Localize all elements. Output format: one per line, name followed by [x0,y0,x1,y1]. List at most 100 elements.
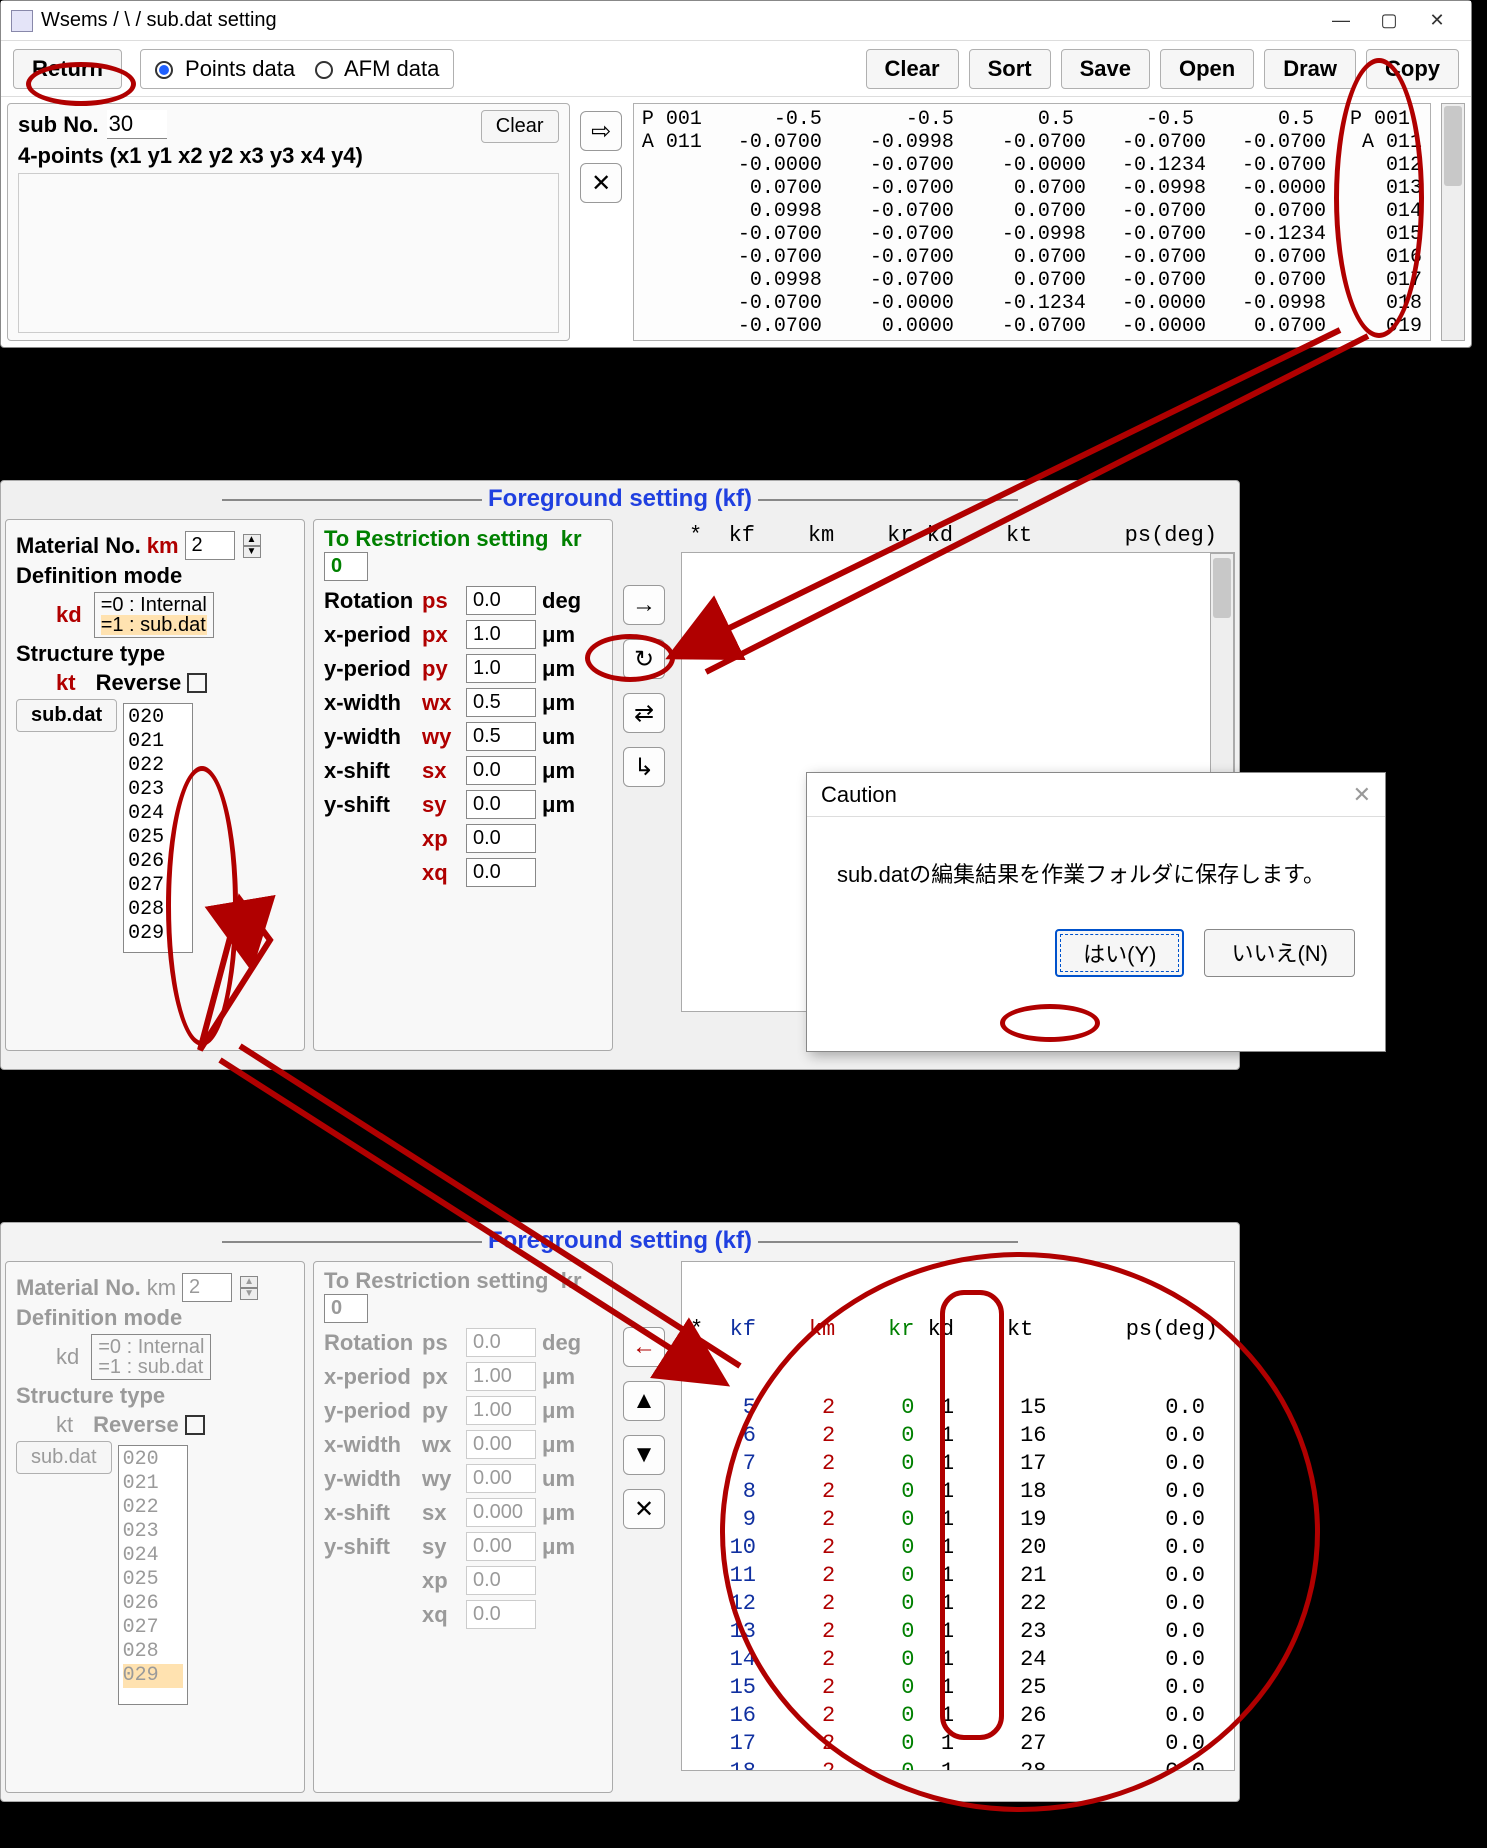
param-input: 0.0 [466,1600,536,1629]
result-row[interactable]: 16 2 0 1 26 0.0 [690,1702,1226,1730]
kt-item[interactable]: 022 [123,1496,183,1520]
reverse-checkbox[interactable] [187,673,207,693]
restriction-label-2: To Restriction setting [324,1268,549,1293]
param-unit: μm [542,1398,586,1424]
result-row[interactable]: 6 2 0 1 16 0.0 [690,1422,1226,1450]
transfer-button[interactable]: ⇄ [623,693,665,733]
sort-button[interactable]: Sort [969,49,1051,89]
subno-input[interactable] [107,110,167,139]
fg-result-table[interactable]: * kf km kr kd kt ps(deg) 5 2 0 1 15 0.0 … [681,1261,1235,1771]
pull-button[interactable]: ← [623,1327,665,1367]
param-input: 0.0 [466,1328,536,1357]
param-label: y-period [324,1398,416,1424]
kd-opt1[interactable]: =1 : sub.dat [101,615,207,635]
kt-item[interactable]: 024 [123,1544,183,1568]
result-row[interactable]: 17 2 0 1 27 0.0 [690,1730,1226,1758]
param-input[interactable]: 0.0 [466,756,536,785]
fg-title-2: Foreground setting (kf) [488,1227,752,1254]
kt-item[interactable]: 020 [123,1448,183,1472]
result-row[interactable]: 15 2 0 1 25 0.0 [690,1674,1226,1702]
result-row[interactable]: 14 2 0 1 24 0.0 [690,1646,1226,1674]
copy-button[interactable]: Copy [1366,49,1459,89]
push-button[interactable]: → [623,585,665,625]
titlebar[interactable]: Wsems / \ / sub.dat setting — ▢ ✕ [1,1,1471,41]
result-row[interactable]: 12 2 0 1 22 0.0 [690,1590,1226,1618]
open-button[interactable]: Open [1160,49,1254,89]
param-sym: xq [422,860,460,886]
afm-data-radio[interactable]: AFM data [315,56,439,82]
kd-opt1-2: =1 : sub.dat [98,1357,204,1377]
kt-list[interactable]: 020 021 022 023 024 025 026 027 028 029 [123,703,193,953]
kt-item[interactable]: 023 [123,1520,183,1544]
up-button[interactable]: ▲ [623,1381,665,1421]
refresh-button[interactable]: ↻ [623,639,665,679]
result-row[interactable]: 9 2 0 1 19 0.0 [690,1506,1226,1534]
caution-close-icon[interactable]: ✕ [1353,782,1371,808]
kt-item[interactable]: 026 [123,1592,183,1616]
param-input[interactable]: 1.0 [466,654,536,683]
matno-label-2: Material No. [16,1275,141,1301]
param-input[interactable]: 0.5 [466,722,536,751]
kt-list-2[interactable]: 020021022023024025026027028029 [118,1445,188,1705]
kd-options-2: =0 : Internal =1 : sub.dat [91,1334,211,1380]
result-row[interactable]: 5 2 0 1 15 0.0 [690,1394,1226,1422]
param-unit: μm [542,792,586,818]
caution-no-button[interactable]: いいえ(N) [1204,929,1355,977]
points-data-radio[interactable]: Points data [155,56,295,82]
param-input[interactable]: 0.5 [466,688,536,717]
enter-button[interactable]: ↳ [623,747,665,787]
return-button[interactable]: Return [13,49,122,89]
delete-button[interactable]: ✕ [580,163,622,203]
param-input[interactable]: 0.0 [466,824,536,853]
param-input[interactable]: 0.0 [466,858,536,887]
param-input[interactable]: 1.0 [466,620,536,649]
param-unit: um [542,724,586,750]
result-row[interactable]: 11 2 0 1 21 0.0 [690,1562,1226,1590]
restriction-label: To Restriction setting [324,526,549,551]
subdat-button[interactable]: sub.dat [16,699,117,732]
sub-clear-button[interactable]: Clear [481,110,559,143]
param-unit: μm [542,1500,586,1526]
push-right-button[interactable]: ⇨ [580,111,622,151]
param-input[interactable]: 0.0 [466,586,536,615]
param-input: 0.0 [466,1566,536,1595]
maximize-button[interactable]: ▢ [1365,5,1413,37]
kt-item[interactable]: 028 [123,1640,183,1664]
result-row[interactable]: 13 2 0 1 23 0.0 [690,1618,1226,1646]
material-panel-dim: Material No. km 2 ▲▼ Definition mode kd … [5,1261,305,1793]
param-unit: μm [542,758,586,784]
x-button[interactable]: ✕ [623,1489,665,1529]
param-label: y-width [324,1466,416,1492]
param-unit: μm [542,1432,586,1458]
result-row[interactable]: 18 2 0 1 28 0.0 [690,1758,1226,1771]
param-sym: py [422,656,460,682]
kt-item[interactable]: 029 [123,1664,183,1688]
kd-options[interactable]: =0 : Internal =1 : sub.dat [94,592,214,638]
data-table[interactable]: P 001 -0.5 -0.5 0.5 -0.5 0.5 P 001 A 011… [633,103,1431,341]
points-data-label: Points data [185,56,295,81]
kt-item[interactable]: 021 [123,1472,183,1496]
param-input[interactable]: 0.0 [466,790,536,819]
result-row[interactable]: 7 2 0 1 17 0.0 [690,1450,1226,1478]
fg-table-header: * kf km kr kd kt ps(deg) [681,519,1235,552]
km-input[interactable]: 2 [185,531,235,560]
result-row[interactable]: 8 2 0 1 18 0.0 [690,1478,1226,1506]
draw-button[interactable]: Draw [1264,49,1356,89]
caution-message: sub.datの編集結果を作業フォルダに保存します。 [807,817,1385,929]
param-unit: μm [542,656,586,682]
km-spinner[interactable]: ▲▼ [243,534,261,558]
clear-button[interactable]: Clear [866,49,959,89]
param-input: 1.00 [466,1396,536,1425]
minimize-button[interactable]: — [1317,5,1365,37]
kt-item[interactable]: 025 [123,1568,183,1592]
kd-opt0[interactable]: =0 : Internal [101,595,207,615]
save-button[interactable]: Save [1061,49,1150,89]
points-textarea[interactable] [18,173,559,333]
kt-item[interactable]: 027 [123,1616,183,1640]
caution-yes-button[interactable]: はい(Y) [1055,929,1184,977]
down-button[interactable]: ▼ [623,1435,665,1475]
result-row[interactable]: 10 2 0 1 20 0.0 [690,1534,1226,1562]
close-button[interactable]: ✕ [1413,5,1461,37]
kr-input[interactable]: 0 [324,552,368,581]
scrollbar[interactable] [1441,103,1465,341]
